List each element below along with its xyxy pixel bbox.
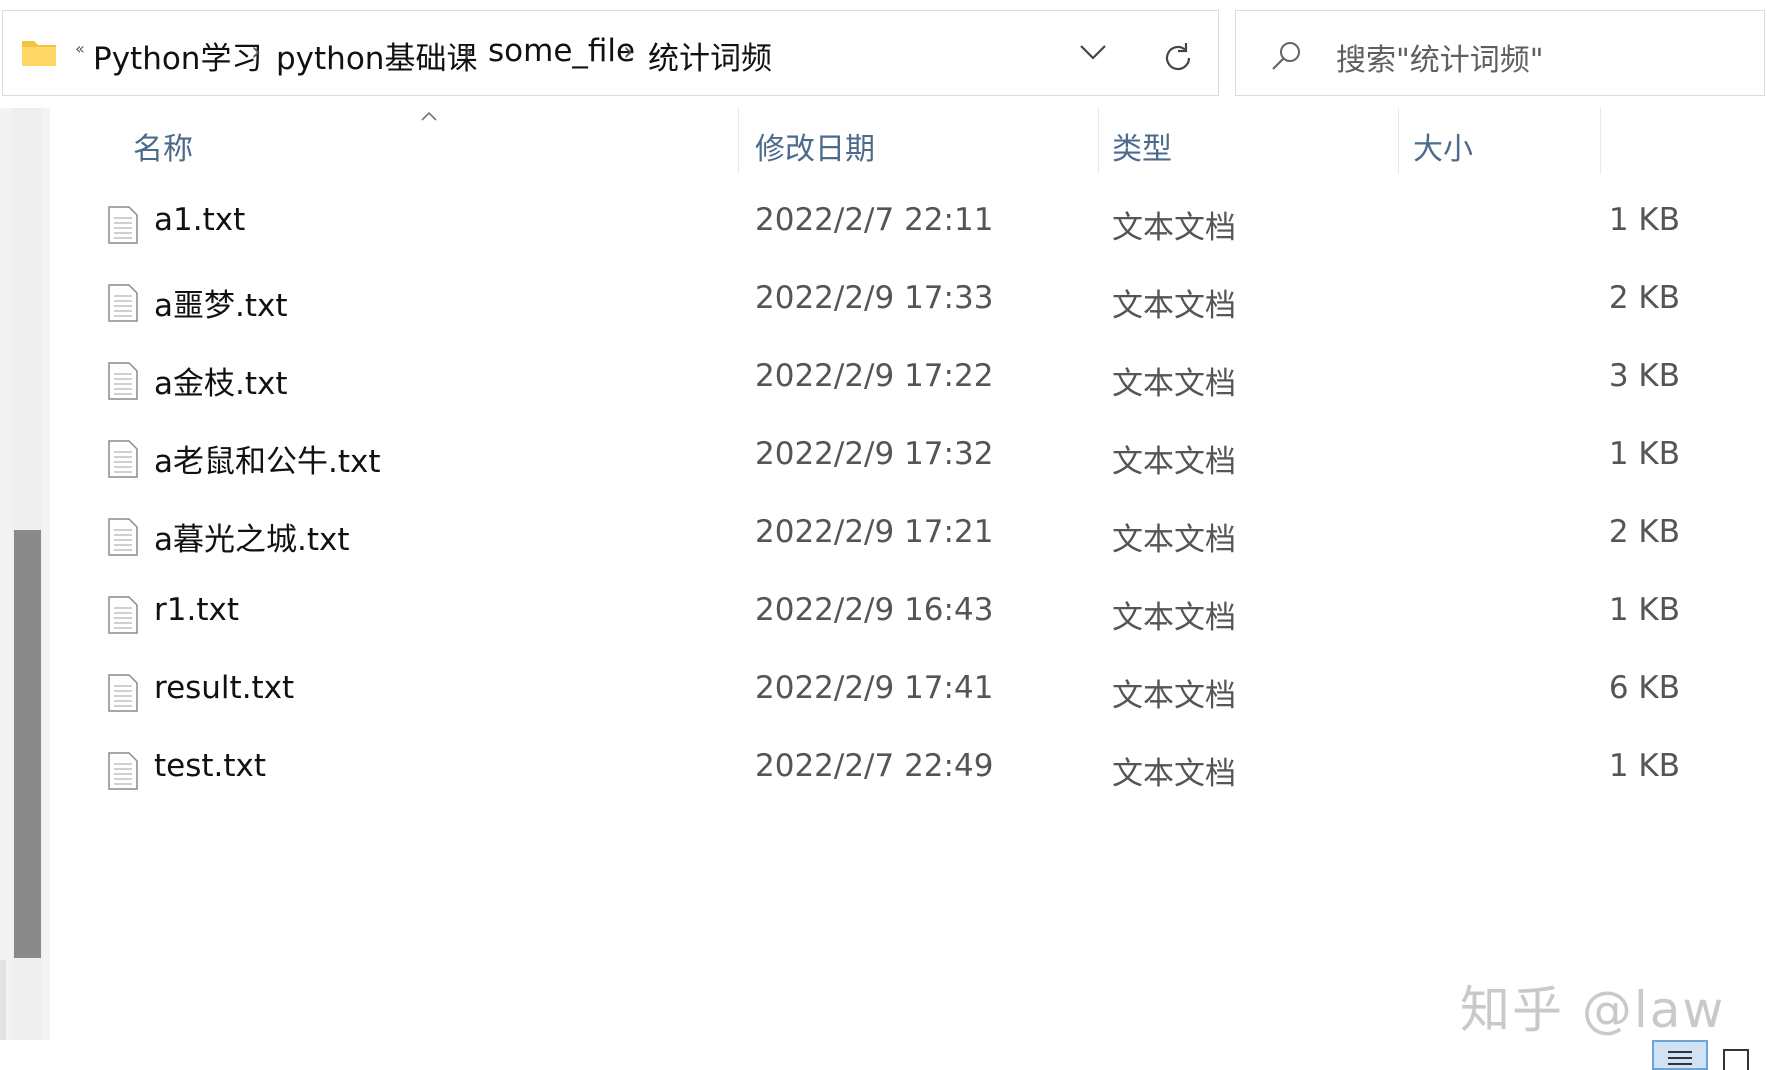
text-file-icon [108,362,138,404]
file-size: 3 KB [1608,358,1680,394]
scrollbar-thumb[interactable] [14,530,41,958]
file-type: 文本文档 [1112,522,1236,558]
file-row[interactable]: a金枝.txt 2022/2/9 17:22 文本文档 3 KB [100,342,1680,418]
file-row[interactable]: a1.txt 2022/2/7 22:11 文本文档 1 KB [100,186,1680,262]
file-modified: 2022/2/7 22:49 [755,748,994,784]
chevron-down-icon[interactable] [1079,43,1107,65]
column-header-name[interactable]: 名称 [133,124,193,168]
column-divider[interactable] [738,108,739,174]
file-type: 文本文档 [1112,678,1236,714]
file-modified: 2022/2/7 22:11 [755,202,994,238]
file-size: 2 KB [1608,514,1680,550]
refresh-icon[interactable] [1161,41,1195,79]
file-name: test.txt [154,748,267,784]
watermark: 知乎 @law [1460,981,1726,1039]
file-name: a老鼠和公牛.txt [154,444,381,480]
breadcrumb-item-python-basics[interactable]: python基础课 [276,33,477,78]
column-divider[interactable] [1098,108,1099,174]
file-size: 1 KB [1608,748,1680,784]
text-file-icon [108,674,138,716]
file-type: 文本文档 [1112,600,1236,636]
file-type: 文本文档 [1112,444,1236,480]
breadcrumb-item-python-study[interactable]: Python学习 [93,33,262,78]
file-row[interactable]: a暮光之城.txt 2022/2/9 17:21 文本文档 2 KB [100,498,1680,574]
column-divider[interactable] [1398,108,1399,174]
breadcrumb-item-current-folder[interactable]: 统计词频 [648,33,772,78]
text-file-icon [108,206,138,248]
details-view-button[interactable] [1652,1040,1708,1070]
text-file-icon [108,284,138,326]
column-header-size[interactable]: 大小 [1413,124,1473,168]
search-input[interactable]: 搜索"统计词频" [1336,35,1544,79]
column-header-modified[interactable]: 修改日期 [755,124,875,168]
text-file-icon [108,752,138,794]
file-type: 文本文档 [1112,756,1236,792]
text-file-icon [108,596,138,638]
chevron-right-icon[interactable]: › [623,37,633,67]
file-row[interactable]: a噩梦.txt 2022/2/9 17:33 文本文档 2 KB [100,264,1680,340]
file-name: a1.txt [154,202,246,238]
file-row[interactable]: test.txt 2022/2/7 22:49 文本文档 1 KB [100,732,1680,808]
tiles-view-button[interactable] [1716,1040,1756,1070]
file-modified: 2022/2/9 16:43 [755,592,994,628]
file-modified: 2022/2/9 17:32 [755,436,994,472]
file-modified: 2022/2/9 17:22 [755,358,994,394]
file-modified: 2022/2/9 17:41 [755,670,994,706]
file-type: 文本文档 [1112,288,1236,324]
text-file-icon [108,518,138,560]
search-box[interactable]: 搜索"统计词频" [1235,10,1765,96]
sort-ascending-icon [420,108,438,127]
breadcrumb-overflow-button[interactable]: « [75,39,85,58]
file-size: 6 KB [1608,670,1680,706]
address-bar[interactable]: « Python学习 › python基础课 › some_file › 统计词… [2,10,1219,96]
file-type: 文本文档 [1112,210,1236,246]
tiles-view-icon [1723,1049,1749,1070]
file-size: 1 KB [1608,436,1680,472]
file-modified: 2022/2/9 17:33 [755,280,994,316]
file-name: result.txt [154,670,295,706]
search-icon [1270,39,1304,77]
file-name: r1.txt [154,592,239,628]
file-explorer-window: « Python学习 › python基础课 › some_file › 统计词… [0,0,1767,1070]
file-name: a暮光之城.txt [154,522,350,558]
file-row[interactable]: result.txt 2022/2/9 17:41 文本文档 6 KB [100,654,1680,730]
file-size: 2 KB [1608,280,1680,316]
file-modified: 2022/2/9 17:21 [755,514,994,550]
chevron-right-icon[interactable]: › [463,37,473,67]
file-row[interactable]: r1.txt 2022/2/9 16:43 文本文档 1 KB [100,576,1680,652]
pane-edge [0,960,6,1040]
chevron-right-icon[interactable]: › [251,37,261,67]
column-divider[interactable] [1600,108,1601,174]
file-name: a金枝.txt [154,366,288,402]
column-header-type[interactable]: 类型 [1112,124,1172,168]
breadcrumb-item-some-file[interactable]: some_file [488,33,635,69]
file-size: 1 KB [1608,202,1680,238]
file-type: 文本文档 [1112,366,1236,402]
file-row[interactable]: a老鼠和公牛.txt 2022/2/9 17:32 文本文档 1 KB [100,420,1680,496]
details-view-icon [1668,1051,1692,1065]
folder-icon [21,37,57,71]
file-name: a噩梦.txt [154,288,288,324]
file-size: 1 KB [1608,592,1680,628]
text-file-icon [108,440,138,482]
